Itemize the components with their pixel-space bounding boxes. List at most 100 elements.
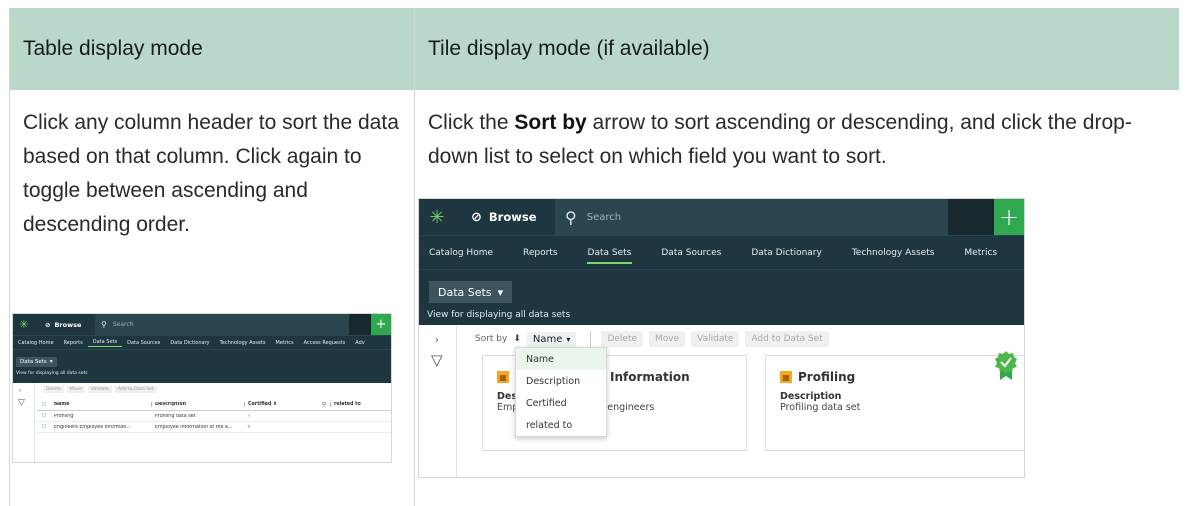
topbar-spacer [948, 199, 994, 235]
main-nav: Catalog Home Reports Data Sets Data Sources… [419, 235, 1024, 269]
not-certified-icon: × [247, 424, 252, 430]
nav-item-data-sets[interactable]: Data Sets [87, 339, 123, 347]
move-button[interactable]: Move [66, 386, 85, 393]
cell-description: Profiling data set [155, 413, 196, 419]
cell-name: Engineers Employee Informati... [54, 424, 132, 430]
table-icon: ▦ [497, 371, 509, 383]
dataset-subtitle: View for displaying all data sets [427, 310, 571, 320]
header-row: Table display mode Tile display mode (if… [10, 8, 1179, 90]
validate-button[interactable]: Validate [691, 331, 740, 347]
row-checkbox[interactable]: ☐ [37, 413, 51, 419]
search-input[interactable]: ⚲ Search [555, 199, 948, 235]
sort-direction-arrow-icon[interactable]: ⬇ [513, 334, 521, 344]
app-topbar: ✳ ⊘ Browse ⚲ Search + [13, 314, 391, 335]
header-tile-mode: Tile display mode (if available) [428, 37, 710, 60]
nav-item-metrics[interactable]: Metrics [270, 340, 298, 346]
caret-down-icon: ▾ [49, 359, 53, 365]
add-to-data-set-button[interactable]: Add to Data Set [745, 331, 829, 347]
caret-down-icon: ▾ [566, 334, 571, 344]
delete-button[interactable]: Delete [601, 331, 644, 347]
nav-item-data-dictionary[interactable]: Data Dictionary [736, 236, 837, 270]
nav-item-data-sources[interactable]: Data Sources [122, 340, 165, 346]
dataset-view-dropdown[interactable]: Data Sets ▾ [16, 357, 57, 367]
column-divider [414, 8, 415, 506]
tile-description-label: Description [780, 391, 842, 402]
divider [590, 331, 592, 347]
nav-item-access-r[interactable]: Access R [1012, 236, 1024, 270]
nav-item-reports[interactable]: Reports [59, 340, 88, 346]
table-row[interactable]: ☐ Engineers Employee Informati... Employ… [37, 422, 391, 433]
nav-item-access-requests[interactable]: Access Requests [299, 340, 351, 346]
nav-item-catalog-home[interactable]: Catalog Home [13, 340, 59, 346]
search-icon: ⚲ [565, 207, 577, 227]
sort-option-certified[interactable]: Certified [516, 392, 606, 414]
tile-description-value: Profiling data set [780, 402, 861, 413]
main-nav: Catalog Home Reports Data Sets Data Sources… [13, 335, 391, 349]
sort-field-dropdown[interactable]: Name ▾ [526, 331, 577, 347]
nav-item-reports[interactable]: Reports [508, 236, 573, 270]
dataset-hero: Data Sets ▾ View for displaying all data … [419, 269, 1024, 325]
search-input[interactable]: ⚲ Search [95, 314, 349, 335]
sort-option-related-to[interactable]: related to [516, 414, 606, 436]
filter-icon[interactable]: ▽ [431, 351, 443, 369]
nav-item-technology-assets[interactable]: Technology Assets [215, 340, 271, 346]
validate-button[interactable]: Validate [87, 386, 113, 393]
column-header-related[interactable]: related to [330, 402, 390, 407]
chevron-right-icon[interactable]: › [19, 387, 21, 394]
topbar-spacer [349, 314, 371, 335]
data-table: ☐ Name Description Certified ⬍ ⚲ related… [37, 399, 391, 433]
app-topbar: ✳ ⊘ Browse ⚲ Search + [419, 199, 1024, 235]
table-header-row: ☐ Name Description Certified ⬍ ⚲ related… [37, 399, 391, 411]
chevron-right-icon[interactable]: › [435, 335, 439, 346]
search-icon[interactable]: ⚲ [310, 402, 330, 408]
row-checkbox[interactable]: ☐ [37, 424, 51, 430]
sort-option-description[interactable]: Description [516, 370, 606, 392]
compass-icon: ⊘ [45, 320, 51, 329]
table-mode-screenshot: ✳ ⊘ Browse ⚲ Search + Catalog Home Reports D… [12, 313, 392, 463]
nav-item-technology-assets[interactable]: Technology Assets [837, 236, 950, 270]
add-to-data-set-button[interactable]: Add to Data Set [115, 386, 157, 393]
logo-icon: ✳ [429, 206, 445, 228]
dataset-hero: Data Sets ▾ View for displaying all data … [13, 349, 391, 383]
sort-field-menu: Name Description Certified related to [515, 347, 607, 437]
cell-description: Employee information of the e... [155, 424, 233, 430]
browse-button[interactable]: ⊘ Browse [455, 199, 555, 235]
table-area: › ▽ Delete Move Validate Add to Data Set ☐ … [13, 383, 391, 462]
filter-icon[interactable]: ▽ [18, 398, 25, 408]
table-mode-instructions: Click any column header to sort the data… [23, 111, 399, 236]
nav-item-adv[interactable]: Adv [350, 340, 369, 346]
compass-icon: ⊘ [471, 209, 482, 225]
tile-title: ▦ Profiling [780, 370, 855, 384]
column-header-certified[interactable]: Certified ⬍ [244, 402, 310, 407]
nav-item-data-sets[interactable]: Data Sets [573, 236, 647, 270]
table-row[interactable]: ☐ Profiling Profiling data set ✓ [37, 411, 391, 422]
tile-mode-instructions: Click the Sort by arrow to sort ascendin… [428, 111, 1132, 168]
certified-badge-icon [995, 351, 1017, 380]
select-all-checkbox[interactable]: ☐ [37, 402, 51, 408]
dataset-subtitle: View for displaying all data sets [16, 371, 88, 376]
nav-item-metrics[interactable]: Metrics [949, 236, 1012, 270]
certified-check-icon: ✓ [247, 413, 252, 419]
delete-button[interactable]: Delete [43, 386, 64, 393]
dataset-view-dropdown[interactable]: Data Sets ▾ [429, 281, 513, 303]
nav-item-data-dictionary[interactable]: Data Dictionary [165, 340, 214, 346]
column-header-name[interactable]: Name [51, 402, 151, 407]
add-icon[interactable]: + [371, 314, 391, 335]
caret-down-icon: ▾ [497, 285, 504, 299]
sort-bar: Sort by ⬇ Name ▾ Delete Move Validate Add to… [475, 331, 829, 347]
search-icon: ⚲ [101, 320, 107, 329]
move-button[interactable]: Move [649, 331, 686, 347]
table-icon: ▦ [780, 371, 792, 383]
add-icon[interactable]: + [994, 199, 1024, 235]
column-header-description[interactable]: Description [151, 402, 244, 407]
side-panel: › ▽ [13, 383, 35, 462]
header-table-mode: Table display mode [23, 37, 203, 60]
browse-button[interactable]: ⊘ Browse [35, 314, 95, 335]
nav-item-catalog-home[interactable]: Catalog Home [419, 236, 508, 270]
sort-by-label: Sort by [475, 334, 508, 344]
tile-card[interactable]: ▦ Profiling Description Profiling data s… [765, 351, 1024, 451]
nav-item-data-sources[interactable]: Data Sources [646, 236, 736, 270]
sort-option-name[interactable]: Name [516, 348, 606, 370]
logo-icon: ✳ [19, 318, 29, 331]
tile-mode-screenshot: ✳ ⊘ Browse ⚲ Search + Catalog Home Reports D… [418, 198, 1025, 478]
